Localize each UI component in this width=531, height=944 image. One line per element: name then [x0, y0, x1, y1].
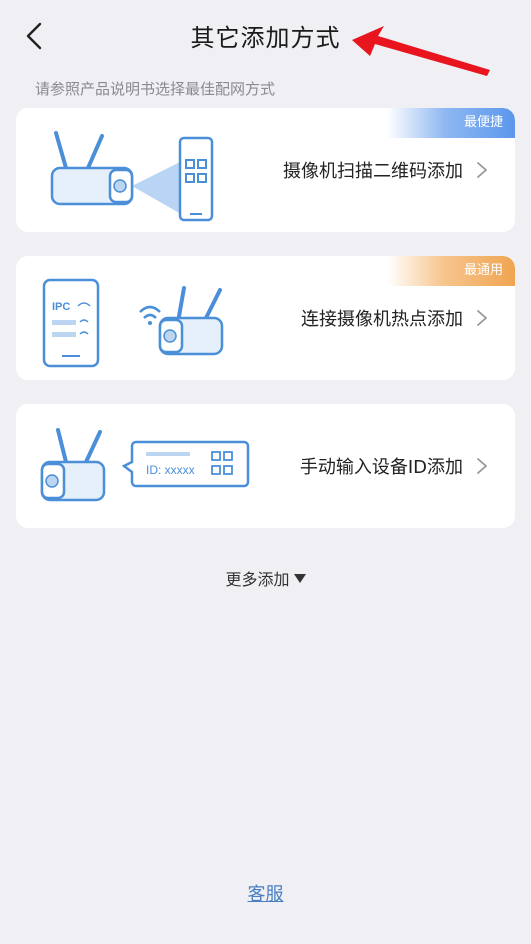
more-add-options-button[interactable]: 更多添加	[0, 566, 531, 590]
header: 其它添加方式	[0, 0, 531, 76]
chevron-right-icon	[477, 162, 487, 178]
instruction-text: 请参照产品说明书选择最佳配网方式	[35, 80, 276, 98]
card-qr-scan-add[interactable]: 最便捷 摄像机扫描二维码添加	[16, 108, 515, 232]
card-label-hotspot: 连接摄像机热点添加	[301, 309, 463, 330]
card-label-qr-scan: 摄像机扫描二维码添加	[283, 161, 463, 182]
more-add-label: 更多添加	[225, 570, 290, 589]
card-hotspot-add[interactable]: 最通用 IPC 连接摄像机热点添加	[16, 256, 515, 380]
phone-hotspot-camera-illustration: IPC	[42, 278, 224, 368]
customer-service-link[interactable]: 客服	[0, 880, 531, 906]
chevron-right-icon	[477, 458, 487, 474]
device-id-placeholder: ID: xxxxx	[146, 463, 195, 477]
phone-ipc-label: IPC	[52, 301, 70, 313]
badge-most-common: 最通用	[387, 256, 515, 286]
card-manual-id-add[interactable]: ID: xxxxx 手动输入设备ID添加	[16, 404, 515, 528]
camera-id-input-illustration: ID: xxxxx	[40, 428, 250, 502]
red-arrow-annotation	[352, 26, 490, 76]
triangle-down-icon	[293, 574, 306, 583]
card-label-manual-id: 手动输入设备ID添加	[299, 457, 463, 478]
badge-most-convenient: 最便捷	[387, 108, 515, 138]
camera-scan-qr-illustration	[50, 131, 214, 222]
chevron-right-icon	[477, 310, 487, 326]
